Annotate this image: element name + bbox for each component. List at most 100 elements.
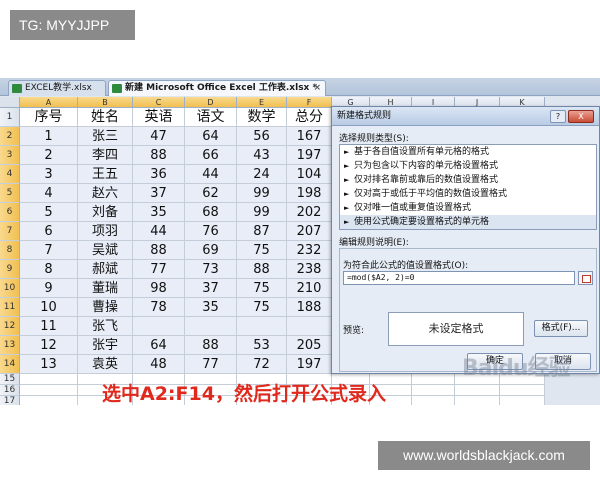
- table-cell[interactable]: 吴斌: [78, 241, 133, 260]
- table-cell[interactable]: 69: [185, 241, 237, 260]
- table-cell[interactable]: 袁英: [78, 355, 133, 374]
- table-cell[interactable]: 5: [20, 203, 78, 222]
- table-cell[interactable]: 77: [133, 260, 185, 279]
- tab-new-workbook[interactable]: 新建 Microsoft Office Excel 工作表.xlsx * ×: [108, 80, 326, 96]
- table-cell[interactable]: 99: [237, 203, 287, 222]
- help-button[interactable]: ?: [550, 110, 566, 123]
- table-cell[interactable]: 24: [237, 165, 287, 184]
- column-header-f[interactable]: F: [287, 97, 332, 108]
- row-header-17[interactable]: 17: [0, 396, 20, 405]
- empty-cell[interactable]: [20, 385, 78, 396]
- table-cell[interactable]: 48: [133, 355, 185, 374]
- table-cell[interactable]: [287, 317, 332, 336]
- empty-cell[interactable]: [500, 396, 545, 405]
- table-cell[interactable]: 13: [20, 355, 78, 374]
- table-cell[interactable]: 75: [237, 279, 287, 298]
- table-cell[interactable]: 张三: [78, 127, 133, 146]
- table-cell[interactable]: 10: [20, 298, 78, 317]
- table-cell[interactable]: 207: [287, 222, 332, 241]
- table-cell[interactable]: 62: [185, 184, 237, 203]
- close-button[interactable]: X: [568, 110, 594, 123]
- row-header-9[interactable]: 9: [0, 260, 20, 279]
- table-cell[interactable]: 7: [20, 241, 78, 260]
- header-cell[interactable]: 英语: [133, 108, 185, 127]
- empty-cell[interactable]: [412, 385, 455, 396]
- row-header-2[interactable]: 2: [0, 127, 20, 146]
- table-cell[interactable]: 王五: [78, 165, 133, 184]
- rule-type-item[interactable]: ► 只为包含以下内容的单元格设置格式: [340, 159, 596, 173]
- table-cell[interactable]: 张飞: [78, 317, 133, 336]
- table-cell[interactable]: 75: [237, 298, 287, 317]
- table-cell[interactable]: 197: [287, 355, 332, 374]
- column-header-c[interactable]: C: [133, 97, 185, 108]
- table-cell[interactable]: 88: [237, 260, 287, 279]
- header-cell[interactable]: 数学: [237, 108, 287, 127]
- table-cell[interactable]: 99: [237, 184, 287, 203]
- table-cell[interactable]: 3: [20, 165, 78, 184]
- table-cell[interactable]: 9: [20, 279, 78, 298]
- table-cell[interactable]: 47: [133, 127, 185, 146]
- table-cell[interactable]: 56: [237, 127, 287, 146]
- column-header-a[interactable]: A: [20, 97, 78, 108]
- table-cell[interactable]: 张宇: [78, 336, 133, 355]
- row-header-12[interactable]: 12: [0, 317, 20, 336]
- empty-cell[interactable]: [20, 374, 78, 385]
- table-cell[interactable]: 76: [185, 222, 237, 241]
- row-header-3[interactable]: 3: [0, 146, 20, 165]
- row-header-11[interactable]: 11: [0, 298, 20, 317]
- row-header-4[interactable]: 4: [0, 165, 20, 184]
- empty-cell[interactable]: [500, 385, 545, 396]
- row-header-6[interactable]: 6: [0, 203, 20, 222]
- table-cell[interactable]: 98: [133, 279, 185, 298]
- table-cell[interactable]: 35: [133, 203, 185, 222]
- range-picker-icon[interactable]: [578, 271, 593, 285]
- close-tab-icon[interactable]: ×: [313, 81, 321, 96]
- header-cell[interactable]: 语文: [185, 108, 237, 127]
- header-cell[interactable]: 总分: [287, 108, 332, 127]
- table-cell[interactable]: 88: [133, 241, 185, 260]
- table-cell[interactable]: [237, 317, 287, 336]
- row-header-7[interactable]: 7: [0, 222, 20, 241]
- empty-cell[interactable]: [455, 385, 500, 396]
- table-cell[interactable]: 1: [20, 127, 78, 146]
- column-header-b[interactable]: B: [78, 97, 133, 108]
- row-header-5[interactable]: 5: [0, 184, 20, 203]
- table-cell[interactable]: 64: [185, 127, 237, 146]
- empty-cell[interactable]: [20, 396, 78, 405]
- table-cell[interactable]: 73: [185, 260, 237, 279]
- table-cell[interactable]: 44: [185, 165, 237, 184]
- row-header-13[interactable]: 13: [0, 336, 20, 355]
- table-cell[interactable]: 75: [237, 241, 287, 260]
- table-cell[interactable]: 202: [287, 203, 332, 222]
- table-cell[interactable]: 53: [237, 336, 287, 355]
- table-cell[interactable]: 167: [287, 127, 332, 146]
- table-cell[interactable]: 238: [287, 260, 332, 279]
- rule-type-list[interactable]: ► 基于各自值设置所有单元格的格式 ► 只为包含以下内容的单元格设置格式 ► 仅对排名靠前…: [339, 144, 597, 230]
- table-cell[interactable]: 37: [185, 279, 237, 298]
- table-cell[interactable]: 87: [237, 222, 287, 241]
- rule-type-item[interactable]: ► 仅对唯一值或重复值设置格式: [340, 201, 596, 215]
- table-cell[interactable]: 2: [20, 146, 78, 165]
- row-header-14[interactable]: 14: [0, 355, 20, 374]
- table-cell[interactable]: [133, 317, 185, 336]
- format-button[interactable]: 格式(F)...: [534, 320, 588, 337]
- table-cell[interactable]: 12: [20, 336, 78, 355]
- table-cell[interactable]: 64: [133, 336, 185, 355]
- table-cell[interactable]: 232: [287, 241, 332, 260]
- table-cell[interactable]: 赵六: [78, 184, 133, 203]
- table-cell[interactable]: 77: [185, 355, 237, 374]
- table-cell[interactable]: 4: [20, 184, 78, 203]
- select-all-corner[interactable]: [0, 97, 20, 108]
- table-cell[interactable]: 36: [133, 165, 185, 184]
- row-header-8[interactable]: 8: [0, 241, 20, 260]
- header-cell[interactable]: 序号: [20, 108, 78, 127]
- table-cell[interactable]: 11: [20, 317, 78, 336]
- table-cell[interactable]: 李四: [78, 146, 133, 165]
- table-cell[interactable]: 198: [287, 184, 332, 203]
- table-cell[interactable]: 刘备: [78, 203, 133, 222]
- table-cell[interactable]: 88: [185, 336, 237, 355]
- row-header-15[interactable]: 15: [0, 374, 20, 385]
- table-cell[interactable]: 董瑞: [78, 279, 133, 298]
- table-cell[interactable]: 104: [287, 165, 332, 184]
- table-cell[interactable]: [185, 317, 237, 336]
